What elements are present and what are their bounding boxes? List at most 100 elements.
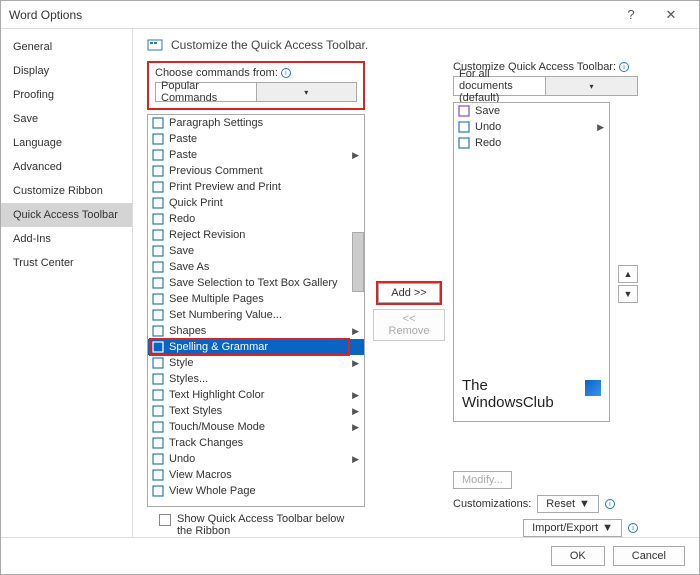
command-item[interactable]: Save Selection to Text Box Gallery (148, 275, 364, 291)
command-item[interactable]: Spelling & Grammar (148, 339, 364, 355)
sidebar-item-general[interactable]: General (1, 35, 132, 59)
command-icon (151, 244, 165, 258)
move-down-button[interactable]: ▼ (618, 285, 638, 303)
close-button[interactable]: ✕ (651, 7, 691, 23)
submenu-arrow-icon: ▶ (352, 390, 361, 401)
command-item[interactable]: Style▶ (148, 355, 364, 371)
sidebar-item-trust-center[interactable]: Trust Center (1, 251, 132, 275)
qat-item[interactable]: Redo (454, 135, 609, 151)
command-item[interactable]: Save As (148, 259, 364, 275)
qat-item[interactable]: Undo▶ (454, 119, 609, 135)
command-icon (151, 340, 165, 354)
command-item[interactable]: Save (148, 243, 364, 259)
command-item[interactable]: Paste (148, 131, 364, 147)
command-icon (151, 420, 165, 434)
help-button[interactable]: ? (611, 7, 651, 22)
command-item[interactable]: Previous Comment (148, 163, 364, 179)
add-button-highlight: Add >> (376, 281, 442, 305)
command-item[interactable]: Text Highlight Color▶ (148, 387, 364, 403)
ok-button[interactable]: OK (551, 546, 605, 566)
command-item[interactable]: Track Changes (148, 435, 364, 451)
show-below-ribbon-checkbox[interactable] (159, 514, 171, 526)
sidebar-item-language[interactable]: Language (1, 131, 132, 155)
remove-button: << Remove (373, 309, 445, 341)
sidebar-item-add-ins[interactable]: Add-Ins (1, 227, 132, 251)
command-icon (151, 484, 165, 498)
command-icon (151, 404, 165, 418)
modify-button: Modify... (453, 471, 512, 489)
sidebar-item-proofing[interactable]: Proofing (1, 83, 132, 107)
command-item[interactable]: View Macros (148, 467, 364, 483)
import-export-button[interactable]: Import/Export ▼ (523, 519, 622, 537)
sidebar: GeneralDisplayProofingSaveLanguageAdvanc… (1, 29, 133, 537)
command-icon (151, 324, 165, 338)
command-item[interactable]: Quick Print (148, 195, 364, 211)
chevron-down-icon[interactable]: ▾ (545, 77, 637, 95)
sidebar-item-advanced[interactable]: Advanced (1, 155, 132, 179)
command-icon (151, 372, 165, 386)
submenu-arrow-icon: ▶ (352, 422, 361, 433)
page-heading: Customize the Quick Access Toolbar. (171, 38, 368, 52)
sidebar-item-quick-access-toolbar[interactable]: Quick Access Toolbar (1, 203, 132, 227)
dialog-title: Word Options (9, 8, 611, 22)
submenu-arrow-icon: ▶ (352, 150, 361, 161)
scrollbar-thumb[interactable] (352, 232, 364, 292)
command-item[interactable]: Reject Revision (148, 227, 364, 243)
qat-item[interactable]: Save (454, 103, 609, 119)
command-icon (151, 180, 165, 194)
qat-item-icon (457, 136, 471, 150)
command-icon (151, 260, 165, 274)
submenu-arrow-icon: ▶ (352, 406, 361, 417)
choose-commands-combo[interactable]: Popular Commands▾ (155, 82, 357, 102)
cancel-button[interactable]: Cancel (613, 546, 685, 566)
qat-icon (147, 37, 163, 53)
command-icon (151, 436, 165, 450)
command-item[interactable]: Text Styles▶ (148, 403, 364, 419)
command-icon (151, 468, 165, 482)
command-item[interactable]: Set Numbering Value... (148, 307, 364, 323)
command-icon (151, 164, 165, 178)
command-icon (151, 228, 165, 242)
show-below-ribbon-label: Show Quick Access Toolbar below the Ribb… (177, 513, 357, 537)
info-icon[interactable]: i (628, 523, 638, 533)
command-icon (151, 388, 165, 402)
command-item[interactable]: Paste▶ (148, 147, 364, 163)
reset-button[interactable]: Reset ▼ (537, 495, 599, 513)
command-item[interactable]: Redo (148, 211, 364, 227)
customize-qat-combo[interactable]: For all documents (default)▾ (453, 76, 638, 96)
command-icon (151, 308, 165, 322)
command-icon (151, 148, 165, 162)
qat-listbox[interactable]: SaveUndo▶Redo The WindowsClub (453, 102, 610, 422)
sidebar-item-customize-ribbon[interactable]: Customize Ribbon (1, 179, 132, 203)
info-icon[interactable]: i (619, 62, 629, 72)
qat-item-icon (457, 104, 471, 118)
command-icon (151, 132, 165, 146)
submenu-arrow-icon: ▶ (352, 358, 361, 369)
command-item[interactable]: Paragraph Settings (148, 115, 364, 131)
command-item[interactable]: Styles... (148, 371, 364, 387)
command-item[interactable]: Shapes▶ (148, 323, 364, 339)
info-icon[interactable]: i (281, 68, 291, 78)
watermark-logo: The WindowsClub (462, 378, 601, 411)
submenu-arrow-icon: ▶ (352, 454, 361, 465)
move-up-button[interactable]: ▲ (618, 265, 638, 283)
commands-listbox[interactable]: Paragraph SettingsPastePaste▶Previous Co… (147, 114, 365, 507)
command-item[interactable]: Print Preview and Print (148, 179, 364, 195)
add-button[interactable]: Add >> (378, 283, 440, 303)
command-item[interactable]: Undo▶ (148, 451, 364, 467)
info-icon[interactable]: i (605, 499, 615, 509)
command-icon (151, 292, 165, 306)
sidebar-item-save[interactable]: Save (1, 107, 132, 131)
choose-commands-label: Choose commands from:i (155, 67, 357, 79)
command-icon (151, 212, 165, 226)
submenu-arrow-icon: ▶ (597, 122, 606, 133)
command-item[interactable]: Touch/Mouse Mode▶ (148, 419, 364, 435)
command-item[interactable]: See Multiple Pages (148, 291, 364, 307)
command-icon (151, 276, 165, 290)
submenu-arrow-icon: ▶ (352, 326, 361, 337)
command-item[interactable]: View Whole Page (148, 483, 364, 499)
command-icon (151, 196, 165, 210)
customizations-label: Customizations: (453, 498, 531, 510)
sidebar-item-display[interactable]: Display (1, 59, 132, 83)
chevron-down-icon[interactable]: ▾ (256, 83, 357, 101)
